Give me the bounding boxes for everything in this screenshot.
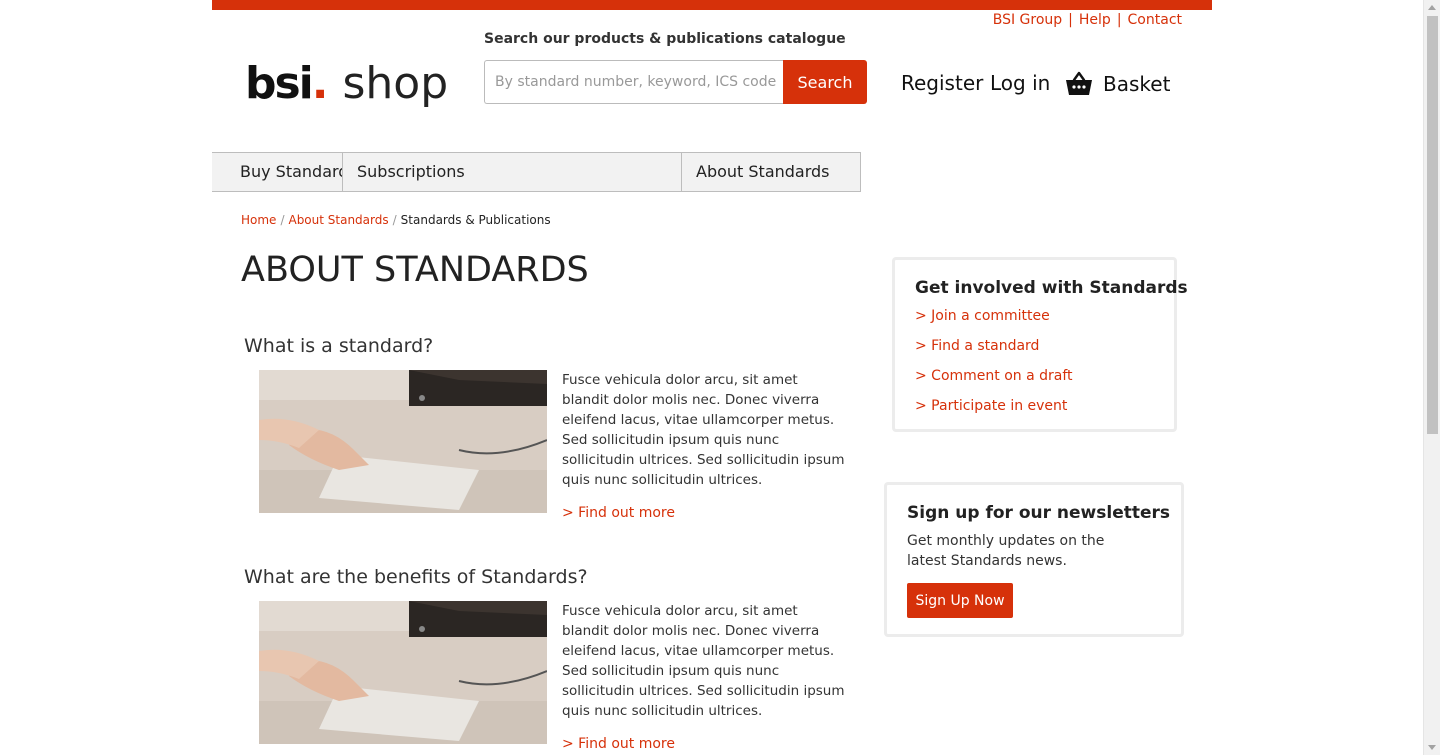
logo-bsi-text: bsi	[245, 58, 314, 109]
sign-up-button[interactable]: Sign Up Now	[907, 583, 1013, 618]
nav-buy-standards[interactable]: Buy Standards	[212, 152, 343, 192]
section-benefits-of-standards: What are the benefits of Standards? Fusc…	[244, 566, 854, 752]
nav-subscriptions[interactable]: Subscriptions	[342, 152, 682, 192]
vertical-scrollbar[interactable]	[1423, 0, 1440, 755]
find-standard-link[interactable]: > Find a standard	[915, 336, 1174, 366]
login-link[interactable]: Log in	[990, 71, 1050, 95]
page: BSI Group | Help | Contact bsi. shop Search o…	[212, 0, 1212, 755]
register-link[interactable]: Register	[901, 71, 983, 95]
section-heading: What are the benefits of Standards?	[244, 566, 588, 588]
logo-shop-text: shop	[342, 58, 449, 109]
bsi-shop-logo[interactable]: bsi. shop	[245, 58, 448, 110]
newsletter-card: Sign up for our newsletters Get monthly …	[884, 482, 1184, 637]
bsi-group-link[interactable]: BSI Group	[993, 12, 1062, 28]
section-body: Fusce vehicula dolor arcu, sit amet blan…	[562, 603, 845, 719]
brand-top-bar	[212, 0, 1212, 10]
scrollbar-thumb[interactable]	[1427, 16, 1438, 434]
logo-dot: .	[311, 58, 329, 109]
section-what-is-standard: What is a standard? Fusce vehicula dolor…	[244, 335, 854, 521]
utility-links: BSI Group | Help | Contact	[993, 12, 1182, 28]
page-title: ABOUT STANDARDS	[241, 250, 589, 290]
basket-button[interactable]: Basket	[1065, 68, 1170, 100]
basket-icon	[1066, 71, 1092, 95]
find-out-more-link[interactable]: > Find out more	[562, 505, 675, 521]
breadcrumb-separator: /	[280, 213, 285, 227]
section-heading: What is a standard?	[244, 335, 434, 357]
section-image	[259, 370, 547, 513]
breadcrumb-separator: /	[392, 213, 397, 227]
comment-on-draft-link[interactable]: > Comment on a draft	[915, 366, 1174, 396]
help-link[interactable]: Help	[1079, 12, 1111, 28]
contact-link[interactable]: Contact	[1128, 12, 1182, 28]
breadcrumb: Home / About Standards / Standards & Publica…	[241, 213, 551, 227]
newsletter-description: Get monthly updates on the latest Standa…	[907, 533, 1105, 569]
search-label: Search our products & publications catal…	[484, 31, 846, 47]
scroll-up-arrow-icon[interactable]	[1428, 5, 1436, 10]
basket-label: Basket	[1103, 72, 1171, 96]
breadcrumb-current: Standards & Publications	[400, 213, 551, 227]
section-image	[259, 601, 547, 744]
breadcrumb-home[interactable]: Home	[241, 213, 276, 227]
main-navigation: Buy Standards Subscriptions About Standa…	[212, 152, 861, 192]
find-out-more-link[interactable]: > Find out more	[562, 736, 675, 752]
breadcrumb-about-standards[interactable]: About Standards	[288, 213, 388, 227]
search-button[interactable]: Search	[783, 60, 867, 104]
nav-about-standards[interactable]: About Standards	[681, 152, 861, 192]
section-body: Fusce vehicula dolor arcu, sit amet blan…	[562, 372, 845, 488]
get-involved-card: Get involved with Standards > Join a com…	[892, 257, 1188, 432]
participate-in-event-link[interactable]: > Participate in event	[915, 396, 1174, 426]
join-committee-link[interactable]: > Join a committee	[915, 306, 1174, 336]
utility-separator: |	[1068, 12, 1073, 28]
get-involved-title: Get involved with Standards	[915, 278, 1188, 298]
newsletter-title: Sign up for our newsletters	[907, 503, 1171, 523]
search-input[interactable]	[484, 60, 786, 104]
utility-separator: |	[1116, 12, 1122, 28]
scroll-down-arrow-icon[interactable]	[1428, 745, 1436, 750]
